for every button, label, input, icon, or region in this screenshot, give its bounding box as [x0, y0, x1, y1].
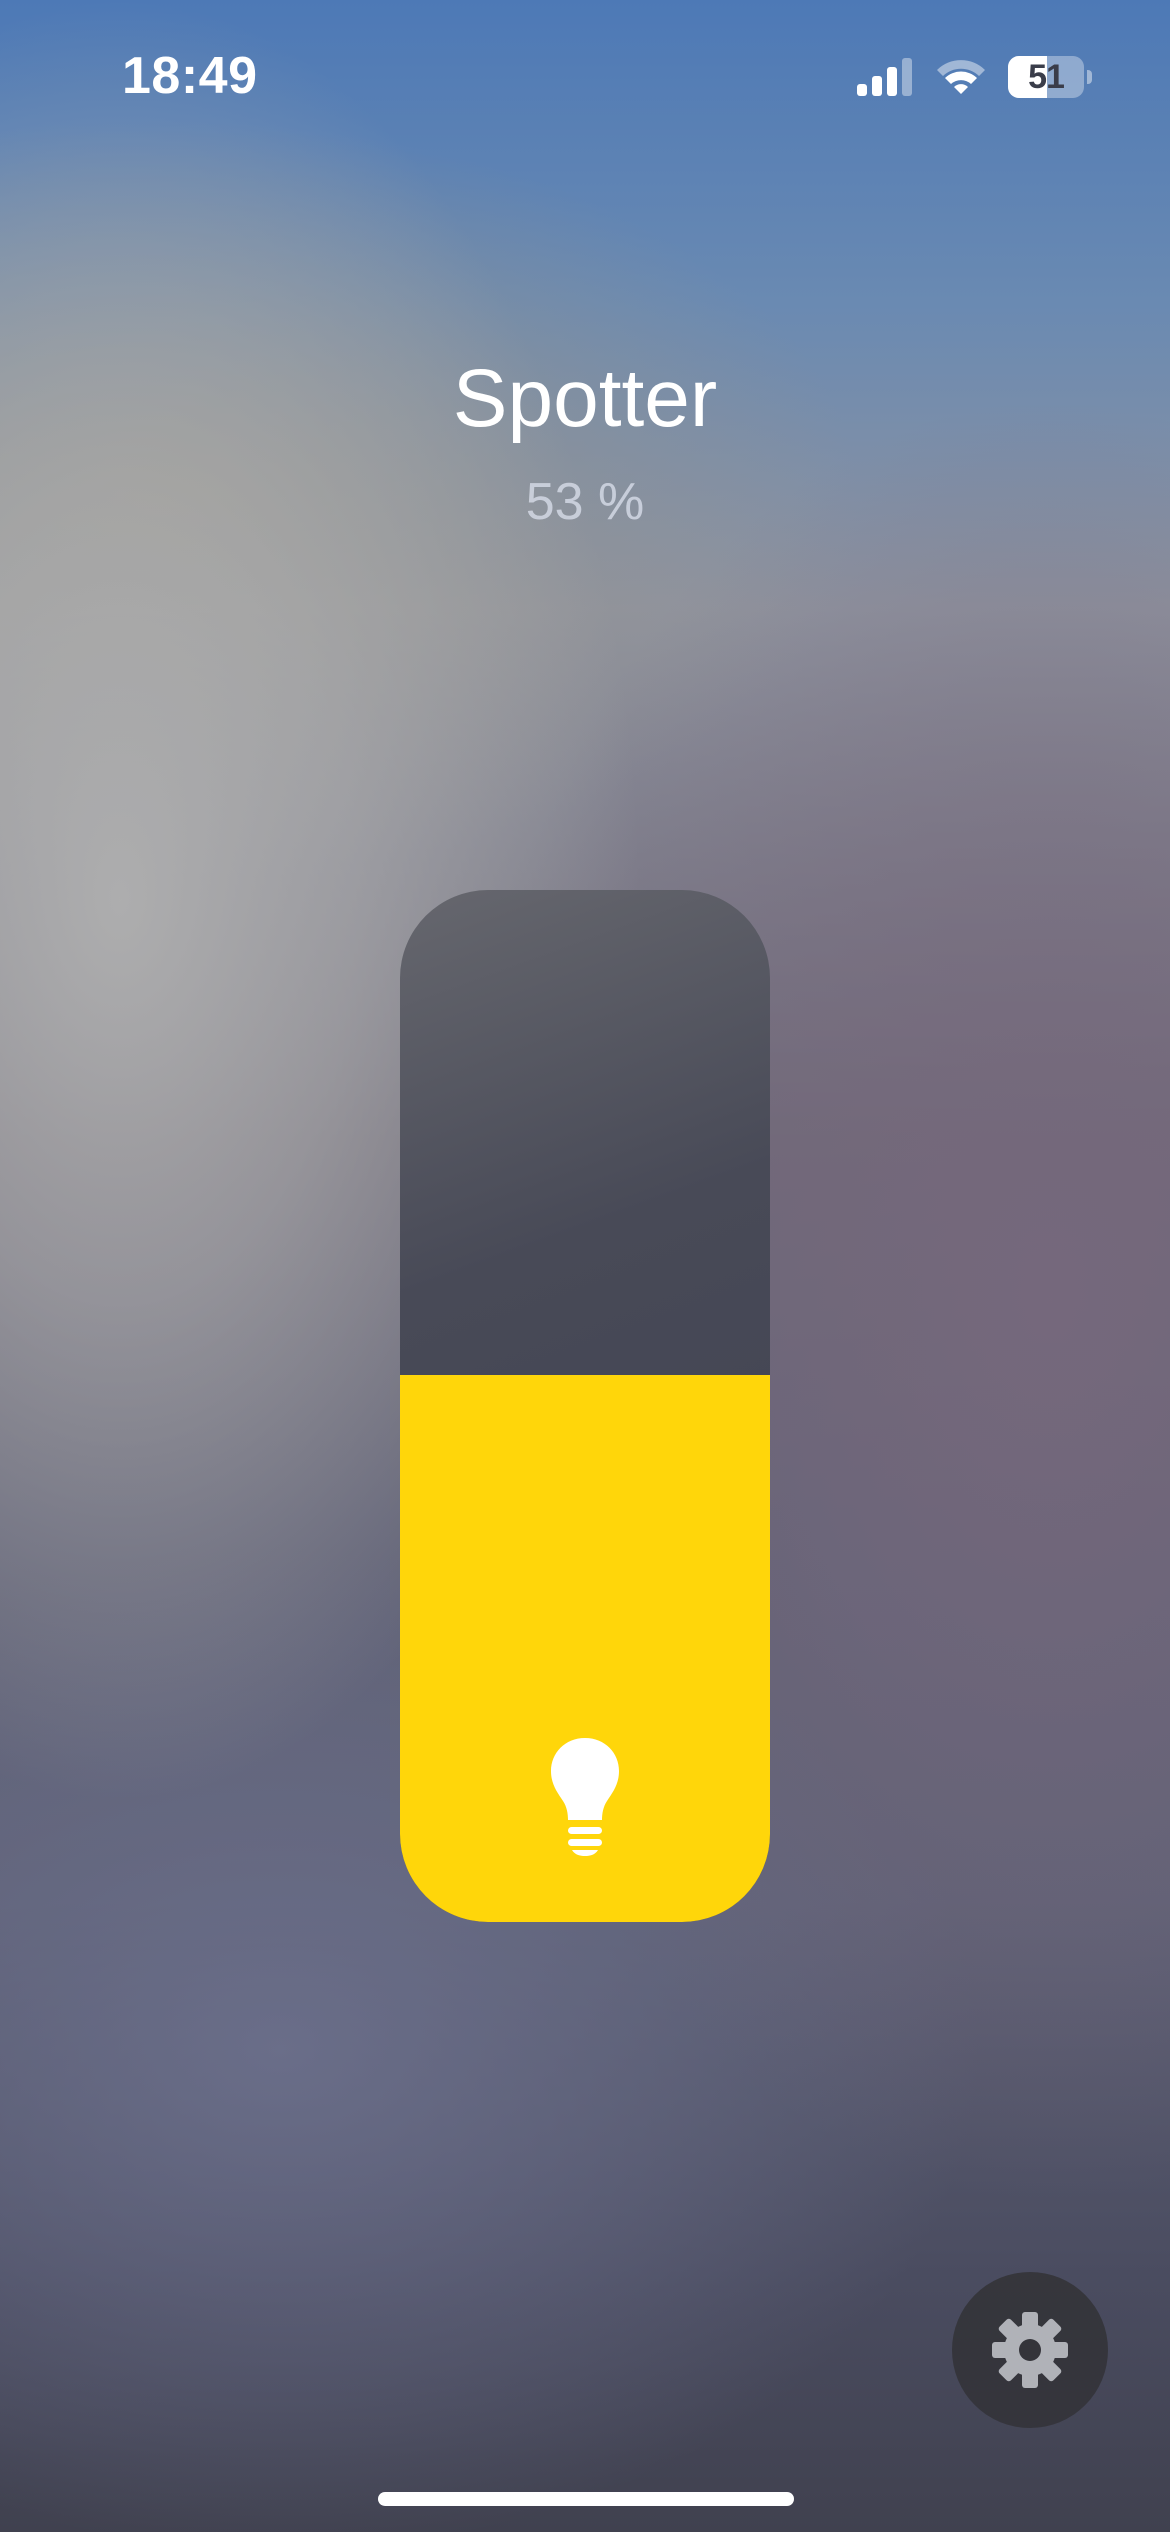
- status-time: 18:49: [122, 47, 258, 105]
- accessory-title: Spotter: [452, 353, 718, 444]
- lightbulb-icon: [551, 1738, 619, 1856]
- home-indicator[interactable]: [378, 2492, 794, 2506]
- cellular-signal-icon: [857, 58, 912, 96]
- status-bar: 18:49 51: [0, 0, 1170, 150]
- brightness-value: 53 %: [525, 473, 645, 531]
- gear-icon: [992, 2312, 1068, 2388]
- battery-level: 51: [1028, 58, 1065, 96]
- battery-icon: 51: [1008, 56, 1092, 98]
- wifi-icon: [937, 60, 985, 94]
- settings-button[interactable]: [952, 2272, 1108, 2428]
